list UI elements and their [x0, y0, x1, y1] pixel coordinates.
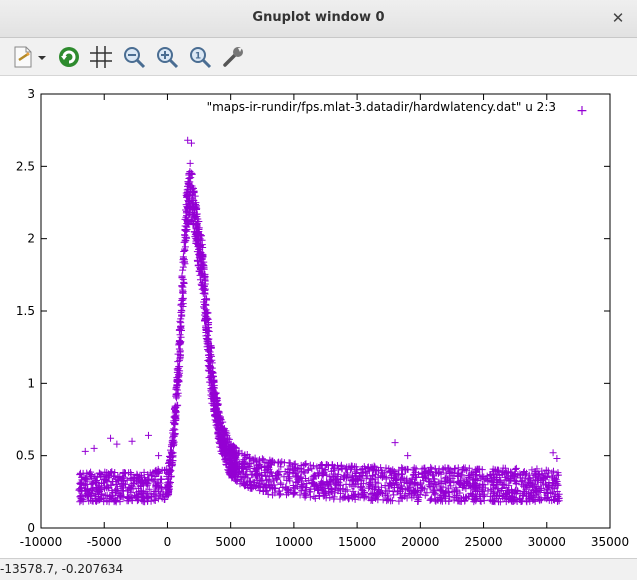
data-point	[389, 488, 397, 496]
y-tick-label: 2	[27, 232, 35, 246]
legend: "maps-ir-rundir/fps.mlat-3.datadir/hardw…	[207, 100, 588, 119]
data-point	[445, 488, 453, 496]
data-point	[90, 444, 98, 452]
data-point	[107, 434, 115, 442]
x-tick-label: 25000	[464, 535, 502, 549]
data-point	[290, 460, 298, 468]
zoom-in-icon[interactable]	[154, 44, 180, 70]
plot-canvas[interactable]: -10000 -5000 0 5000 10000 15000 20000 25000 3000…	[0, 77, 637, 557]
y-tick-label: 1	[27, 376, 35, 390]
data-point	[404, 452, 412, 460]
y-tick-label: 3	[27, 87, 35, 101]
data-point	[549, 467, 557, 475]
x-tick-label: -5000	[87, 535, 122, 549]
data-point	[186, 159, 194, 167]
grid-icon[interactable]	[88, 44, 114, 70]
window-titlebar: Gnuplot window 0 ✕	[0, 0, 637, 38]
data-point	[128, 437, 136, 445]
data-point	[179, 288, 187, 296]
zoom-reset-icon[interactable]: 1	[187, 44, 213, 70]
data-point	[170, 425, 178, 433]
dropdown-arrow-icon[interactable]	[36, 44, 48, 70]
window-title: Gnuplot window 0	[252, 10, 385, 25]
y-tick-label: 0	[27, 521, 35, 535]
settings-wrench-icon[interactable]	[220, 44, 246, 70]
data-point	[151, 497, 159, 505]
data-point	[512, 464, 520, 472]
data-point	[144, 431, 152, 439]
data-point	[179, 296, 187, 304]
y-tick-label: 0.5	[16, 449, 35, 463]
legend-marker: +	[576, 103, 588, 119]
toolbar: 1	[0, 38, 637, 76]
x-tick-label: 15000	[338, 535, 376, 549]
x-tick-label: 5000	[215, 535, 246, 549]
data-point	[113, 440, 121, 448]
plot-frame	[40, 93, 611, 529]
x-tick-label: 35000	[591, 535, 629, 549]
data-point	[309, 462, 317, 470]
data-point	[155, 452, 163, 460]
data-point	[179, 266, 187, 274]
scatter-chart: -10000 -5000 0 5000 10000 15000 20000 25000 3000…	[16, 87, 629, 549]
x-tick-label: -10000	[20, 535, 63, 549]
x-tick-label: 0	[164, 535, 172, 549]
data-point	[308, 465, 316, 473]
data-point	[256, 487, 264, 495]
export-icon[interactable]	[10, 44, 36, 70]
status-bar: -13578.7, -0.207634	[0, 558, 637, 580]
cursor-coordinates: -13578.7, -0.207634	[0, 562, 124, 576]
x-tick-label: 30000	[528, 535, 566, 549]
legend-label: "maps-ir-rundir/fps.mlat-3.datadir/hardw…	[207, 100, 556, 114]
data-point	[445, 497, 453, 505]
data-point	[414, 498, 422, 506]
data-point	[390, 491, 398, 499]
close-button[interactable]: ✕	[607, 7, 629, 29]
data-point	[553, 455, 561, 463]
x-tick-label: 20000	[401, 535, 439, 549]
zoom-out-icon[interactable]	[121, 44, 147, 70]
data-point	[181, 247, 189, 255]
y-tick-label: 1.5	[16, 304, 35, 318]
y-tick-label: 2.5	[16, 159, 35, 173]
data-point	[81, 447, 89, 455]
svg-text:1: 1	[195, 52, 201, 62]
replot-icon[interactable]	[56, 44, 82, 70]
series-markers	[75, 136, 563, 506]
x-tick-label: 10000	[275, 535, 313, 549]
data-point	[549, 449, 557, 457]
data-point	[391, 439, 399, 447]
